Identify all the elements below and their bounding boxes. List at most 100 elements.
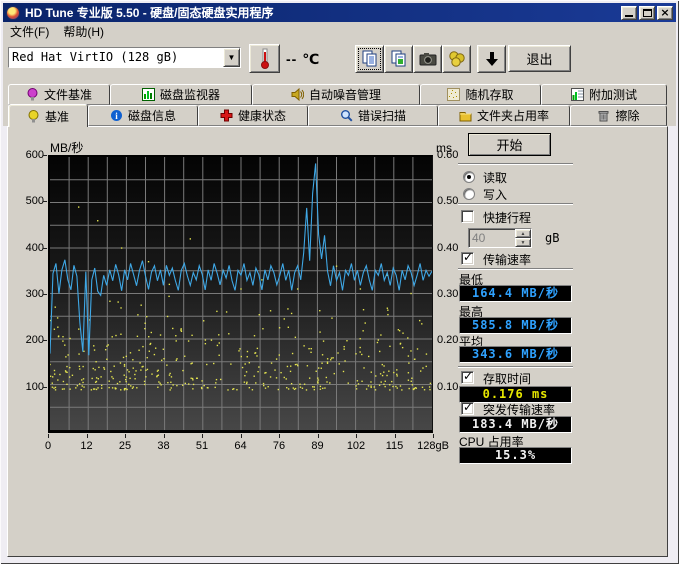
x-tick: 12 — [67, 440, 107, 452]
screenshot-button[interactable] — [413, 45, 442, 73]
green-chart-icon — [142, 88, 155, 101]
tab-disk-info[interactable]: i 磁盘信息 — [88, 105, 198, 126]
divider — [458, 163, 573, 165]
maximize-icon — [643, 9, 652, 17]
tab-extra-tests[interactable]: 附加测试 — [541, 84, 667, 105]
speaker-icon — [291, 88, 304, 101]
x-tick-mark — [279, 434, 280, 438]
x-tick-mark — [395, 434, 396, 438]
window-title: HD Tune 专业版 5.50 - 硬盘/固态硬盘实用程序 — [25, 4, 619, 21]
write-radio-label: 写入 — [483, 186, 507, 203]
x-tick: 38 — [144, 440, 184, 452]
red-cross-icon — [220, 109, 233, 122]
copy-button[interactable] — [355, 45, 384, 73]
x-tick-mark — [48, 434, 49, 438]
chevron-down-icon[interactable]: ▼ — [223, 48, 240, 67]
tab-folder-usage[interactable]: 文件夹占用率 — [438, 105, 570, 126]
access-time-label: 存取时间 — [483, 370, 531, 387]
burst-rate-display: 183.4 MB/秒 — [459, 416, 572, 433]
exit-button[interactable]: 退出 — [508, 45, 571, 72]
tab-random-access[interactable]: 随机存取 — [420, 84, 541, 105]
x-tick: 76 — [259, 440, 299, 452]
short-stroke-value: 40 — [469, 229, 515, 247]
burst-rate-checkbox[interactable] — [461, 402, 474, 415]
tab-auto-acoustic[interactable]: 自动噪音管理 — [252, 84, 420, 105]
scatter-icon — [447, 88, 460, 101]
benchmark-plot — [48, 155, 433, 433]
cpu-usage-display: 15.3% — [459, 447, 572, 464]
minimize-button[interactable] — [621, 6, 637, 20]
short-stroke-unit: gB — [545, 231, 559, 245]
short-stroke-checkbox[interactable] — [461, 210, 474, 223]
x-tick-mark — [125, 434, 126, 438]
tab-erase[interactable]: 擦除 — [570, 105, 667, 126]
camera-icon — [419, 51, 437, 67]
menu-file[interactable]: 文件(F) — [3, 22, 56, 41]
thermometer-icon — [258, 48, 271, 69]
y-tick-mark — [43, 294, 47, 295]
y-right-tick: 0.30 — [437, 288, 458, 300]
avg-value-display: 343.6 MB/秒 — [459, 346, 572, 363]
short-stroke-spinner[interactable]: 40 ▲ ▼ — [468, 228, 532, 248]
copy-report-icon — [390, 50, 408, 68]
y-left-tick: 500 — [14, 195, 44, 207]
down-arrow-icon — [483, 50, 501, 68]
x-tick-mark — [433, 434, 434, 438]
x-tick: 102 — [336, 440, 376, 452]
y-tick-mark — [43, 201, 47, 202]
folder-icon — [459, 109, 472, 122]
purple-bulb-icon — [26, 88, 39, 101]
app-icon — [6, 6, 20, 20]
maximize-button[interactable] — [639, 6, 655, 20]
x-tick-mark — [318, 434, 319, 438]
hdtune-window: HD Tune 专业版 5.50 - 硬盘/固态硬盘实用程序 × 文件(F) 帮… — [0, 0, 679, 564]
x-tick-mark — [241, 434, 242, 438]
spin-up-icon[interactable]: ▲ — [515, 229, 531, 238]
spin-down-icon[interactable]: ▼ — [515, 238, 531, 247]
copy-report-button[interactable] — [384, 45, 413, 73]
y-left-tick: 100 — [14, 381, 44, 393]
temperature-button[interactable] — [249, 44, 280, 73]
y-tick-mark — [43, 155, 47, 156]
trash-icon — [597, 109, 610, 122]
close-button[interactable]: × — [657, 6, 673, 20]
tab-disk-monitor[interactable]: 磁盘监视器 — [110, 84, 252, 105]
write-radio[interactable] — [463, 188, 475, 200]
read-radio[interactable] — [463, 171, 475, 183]
divider — [458, 203, 573, 205]
y-left-axis-title: MB/秒 — [50, 139, 83, 156]
x-tick-mark — [164, 434, 165, 438]
x-tick-mark — [356, 434, 357, 438]
drive-select[interactable]: Red Hat VirtIO (128 gB) ▼ — [8, 47, 241, 68]
start-button[interactable]: 开始 — [468, 133, 551, 156]
tab-file-benchmark[interactable]: 文件基准 — [8, 84, 110, 105]
donate-button[interactable] — [442, 45, 471, 73]
y-right-tick: 0.20 — [437, 334, 458, 346]
y-right-tick: 0.10 — [437, 381, 458, 393]
tab-benchmark[interactable]: 基准 — [8, 104, 88, 127]
divider — [458, 268, 573, 270]
y-left-tick: 300 — [14, 288, 44, 300]
access-time-checkbox[interactable] — [461, 371, 474, 384]
info-icon: i — [110, 109, 123, 122]
x-tick-mark — [87, 434, 88, 438]
magnifier-icon — [340, 109, 353, 122]
y-tick-mark — [43, 248, 47, 249]
y-left-tick: 600 — [14, 149, 44, 161]
divider — [458, 366, 573, 368]
y-left-tick: 200 — [14, 334, 44, 346]
read-radio-label: 读取 — [483, 169, 507, 186]
title-bar: HD Tune 专业版 5.50 - 硬盘/固态硬盘实用程序 × — [3, 3, 676, 22]
y-right-tick: 0.40 — [437, 242, 458, 254]
drive-select-value: Red Hat VirtIO (128 gB) — [9, 48, 223, 67]
save-button[interactable] — [477, 45, 506, 73]
tab-health[interactable]: 健康状态 — [198, 105, 308, 126]
menu-help[interactable]: 帮助(H) — [56, 22, 111, 41]
y-tick-mark — [43, 387, 47, 388]
tab-error-scan[interactable]: 错误扫描 — [308, 105, 438, 126]
transfer-rate-checkbox[interactable] — [461, 252, 474, 265]
temperature-readout: -- ℃ — [286, 51, 320, 68]
x-tick: 25 — [105, 440, 145, 452]
x-tick: 128gB — [413, 440, 453, 452]
y-right-tick: 0.50 — [437, 195, 458, 207]
